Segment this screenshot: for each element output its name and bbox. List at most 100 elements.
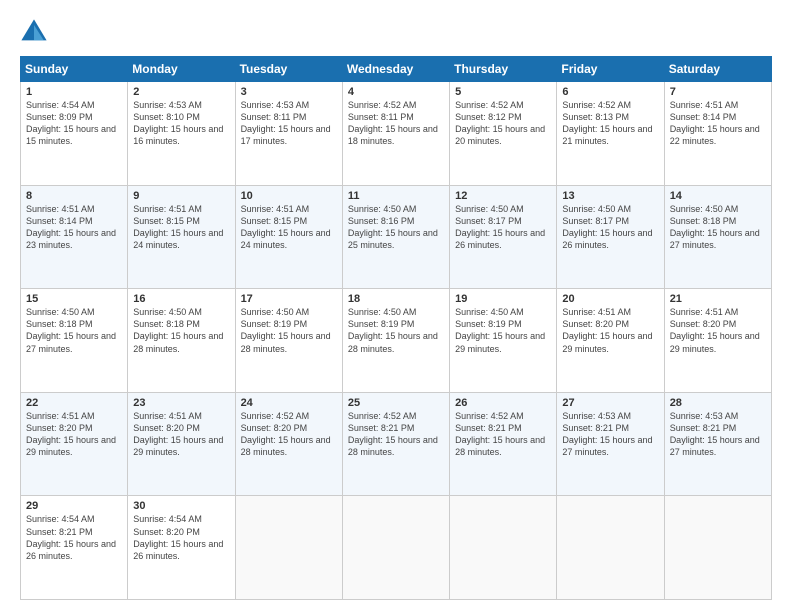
calendar-cell: 22 Sunrise: 4:51 AM Sunset: 8:20 PM Dayl… bbox=[21, 392, 128, 496]
day-number: 2 bbox=[133, 86, 229, 98]
cell-text: Sunrise: 4:51 AM Sunset: 8:15 PM Dayligh… bbox=[133, 203, 229, 252]
cell-text: Sunrise: 4:53 AM Sunset: 8:21 PM Dayligh… bbox=[562, 410, 658, 459]
col-header-friday: Friday bbox=[557, 57, 664, 82]
day-number: 15 bbox=[26, 293, 122, 305]
cell-text: Sunrise: 4:52 AM Sunset: 8:20 PM Dayligh… bbox=[241, 410, 337, 459]
cell-text: Sunrise: 4:51 AM Sunset: 8:15 PM Dayligh… bbox=[241, 203, 337, 252]
cell-text: Sunrise: 4:50 AM Sunset: 8:17 PM Dayligh… bbox=[455, 203, 551, 252]
cell-text: Sunrise: 4:52 AM Sunset: 8:21 PM Dayligh… bbox=[455, 410, 551, 459]
col-header-wednesday: Wednesday bbox=[342, 57, 449, 82]
calendar-cell: 4 Sunrise: 4:52 AM Sunset: 8:11 PM Dayli… bbox=[342, 82, 449, 186]
cell-text: Sunrise: 4:50 AM Sunset: 8:19 PM Dayligh… bbox=[455, 306, 551, 355]
cell-text: Sunrise: 4:51 AM Sunset: 8:20 PM Dayligh… bbox=[26, 410, 122, 459]
calendar-cell: 26 Sunrise: 4:52 AM Sunset: 8:21 PM Dayl… bbox=[450, 392, 557, 496]
day-number: 17 bbox=[241, 293, 337, 305]
calendar-header: SundayMondayTuesdayWednesdayThursdayFrid… bbox=[21, 57, 772, 82]
calendar-cell: 9 Sunrise: 4:51 AM Sunset: 8:15 PM Dayli… bbox=[128, 185, 235, 289]
calendar-cell: 25 Sunrise: 4:52 AM Sunset: 8:21 PM Dayl… bbox=[342, 392, 449, 496]
week-row-2: 8 Sunrise: 4:51 AM Sunset: 8:14 PM Dayli… bbox=[21, 185, 772, 289]
week-row-3: 15 Sunrise: 4:50 AM Sunset: 8:18 PM Dayl… bbox=[21, 289, 772, 393]
calendar-body: 1 Sunrise: 4:54 AM Sunset: 8:09 PM Dayli… bbox=[21, 82, 772, 600]
week-row-5: 29 Sunrise: 4:54 AM Sunset: 8:21 PM Dayl… bbox=[21, 496, 772, 600]
day-number: 10 bbox=[241, 190, 337, 202]
cell-text: Sunrise: 4:50 AM Sunset: 8:18 PM Dayligh… bbox=[133, 306, 229, 355]
calendar-cell: 5 Sunrise: 4:52 AM Sunset: 8:12 PM Dayli… bbox=[450, 82, 557, 186]
day-number: 29 bbox=[26, 500, 122, 512]
col-header-tuesday: Tuesday bbox=[235, 57, 342, 82]
day-number: 24 bbox=[241, 397, 337, 409]
cell-text: Sunrise: 4:51 AM Sunset: 8:14 PM Dayligh… bbox=[26, 203, 122, 252]
calendar-cell: 28 Sunrise: 4:53 AM Sunset: 8:21 PM Dayl… bbox=[664, 392, 771, 496]
calendar-cell: 20 Sunrise: 4:51 AM Sunset: 8:20 PM Dayl… bbox=[557, 289, 664, 393]
cell-text: Sunrise: 4:53 AM Sunset: 8:11 PM Dayligh… bbox=[241, 99, 337, 148]
calendar-cell: 19 Sunrise: 4:50 AM Sunset: 8:19 PM Dayl… bbox=[450, 289, 557, 393]
cell-text: Sunrise: 4:51 AM Sunset: 8:14 PM Dayligh… bbox=[670, 99, 766, 148]
calendar-cell bbox=[235, 496, 342, 600]
week-row-4: 22 Sunrise: 4:51 AM Sunset: 8:20 PM Dayl… bbox=[21, 392, 772, 496]
calendar-cell: 12 Sunrise: 4:50 AM Sunset: 8:17 PM Dayl… bbox=[450, 185, 557, 289]
calendar-cell: 17 Sunrise: 4:50 AM Sunset: 8:19 PM Dayl… bbox=[235, 289, 342, 393]
day-number: 20 bbox=[562, 293, 658, 305]
day-number: 12 bbox=[455, 190, 551, 202]
calendar-cell bbox=[450, 496, 557, 600]
cell-text: Sunrise: 4:51 AM Sunset: 8:20 PM Dayligh… bbox=[670, 306, 766, 355]
calendar-cell: 21 Sunrise: 4:51 AM Sunset: 8:20 PM Dayl… bbox=[664, 289, 771, 393]
calendar-cell: 14 Sunrise: 4:50 AM Sunset: 8:18 PM Dayl… bbox=[664, 185, 771, 289]
cell-text: Sunrise: 4:50 AM Sunset: 8:17 PM Dayligh… bbox=[562, 203, 658, 252]
cell-text: Sunrise: 4:53 AM Sunset: 8:21 PM Dayligh… bbox=[670, 410, 766, 459]
cell-text: Sunrise: 4:50 AM Sunset: 8:16 PM Dayligh… bbox=[348, 203, 444, 252]
col-header-monday: Monday bbox=[128, 57, 235, 82]
header-row: SundayMondayTuesdayWednesdayThursdayFrid… bbox=[21, 57, 772, 82]
cell-text: Sunrise: 4:54 AM Sunset: 8:20 PM Dayligh… bbox=[133, 513, 229, 562]
day-number: 11 bbox=[348, 190, 444, 202]
cell-text: Sunrise: 4:52 AM Sunset: 8:12 PM Dayligh… bbox=[455, 99, 551, 148]
day-number: 8 bbox=[26, 190, 122, 202]
calendar-cell: 18 Sunrise: 4:50 AM Sunset: 8:19 PM Dayl… bbox=[342, 289, 449, 393]
day-number: 6 bbox=[562, 86, 658, 98]
calendar-cell bbox=[664, 496, 771, 600]
day-number: 25 bbox=[348, 397, 444, 409]
calendar-table: SundayMondayTuesdayWednesdayThursdayFrid… bbox=[20, 56, 772, 600]
header bbox=[20, 18, 772, 46]
calendar-cell: 1 Sunrise: 4:54 AM Sunset: 8:09 PM Dayli… bbox=[21, 82, 128, 186]
day-number: 18 bbox=[348, 293, 444, 305]
page: SundayMondayTuesdayWednesdayThursdayFrid… bbox=[0, 0, 792, 612]
col-header-thursday: Thursday bbox=[450, 57, 557, 82]
day-number: 26 bbox=[455, 397, 551, 409]
day-number: 23 bbox=[133, 397, 229, 409]
cell-text: Sunrise: 4:50 AM Sunset: 8:19 PM Dayligh… bbox=[348, 306, 444, 355]
day-number: 5 bbox=[455, 86, 551, 98]
calendar-cell: 29 Sunrise: 4:54 AM Sunset: 8:21 PM Dayl… bbox=[21, 496, 128, 600]
cell-text: Sunrise: 4:50 AM Sunset: 8:19 PM Dayligh… bbox=[241, 306, 337, 355]
cell-text: Sunrise: 4:50 AM Sunset: 8:18 PM Dayligh… bbox=[670, 203, 766, 252]
day-number: 16 bbox=[133, 293, 229, 305]
col-header-saturday: Saturday bbox=[664, 57, 771, 82]
calendar-cell: 23 Sunrise: 4:51 AM Sunset: 8:20 PM Dayl… bbox=[128, 392, 235, 496]
day-number: 30 bbox=[133, 500, 229, 512]
day-number: 7 bbox=[670, 86, 766, 98]
calendar-cell: 11 Sunrise: 4:50 AM Sunset: 8:16 PM Dayl… bbox=[342, 185, 449, 289]
calendar-cell: 8 Sunrise: 4:51 AM Sunset: 8:14 PM Dayli… bbox=[21, 185, 128, 289]
cell-text: Sunrise: 4:53 AM Sunset: 8:10 PM Dayligh… bbox=[133, 99, 229, 148]
calendar-cell: 15 Sunrise: 4:50 AM Sunset: 8:18 PM Dayl… bbox=[21, 289, 128, 393]
calendar-cell: 30 Sunrise: 4:54 AM Sunset: 8:20 PM Dayl… bbox=[128, 496, 235, 600]
day-number: 9 bbox=[133, 190, 229, 202]
day-number: 4 bbox=[348, 86, 444, 98]
calendar-cell: 3 Sunrise: 4:53 AM Sunset: 8:11 PM Dayli… bbox=[235, 82, 342, 186]
cell-text: Sunrise: 4:52 AM Sunset: 8:11 PM Dayligh… bbox=[348, 99, 444, 148]
day-number: 22 bbox=[26, 397, 122, 409]
cell-text: Sunrise: 4:50 AM Sunset: 8:18 PM Dayligh… bbox=[26, 306, 122, 355]
logo-icon bbox=[20, 18, 48, 46]
calendar-cell: 6 Sunrise: 4:52 AM Sunset: 8:13 PM Dayli… bbox=[557, 82, 664, 186]
cell-text: Sunrise: 4:54 AM Sunset: 8:21 PM Dayligh… bbox=[26, 513, 122, 562]
cell-text: Sunrise: 4:51 AM Sunset: 8:20 PM Dayligh… bbox=[562, 306, 658, 355]
calendar-cell: 16 Sunrise: 4:50 AM Sunset: 8:18 PM Dayl… bbox=[128, 289, 235, 393]
day-number: 14 bbox=[670, 190, 766, 202]
calendar-cell: 7 Sunrise: 4:51 AM Sunset: 8:14 PM Dayli… bbox=[664, 82, 771, 186]
calendar-cell: 24 Sunrise: 4:52 AM Sunset: 8:20 PM Dayl… bbox=[235, 392, 342, 496]
calendar-cell: 27 Sunrise: 4:53 AM Sunset: 8:21 PM Dayl… bbox=[557, 392, 664, 496]
calendar-cell: 13 Sunrise: 4:50 AM Sunset: 8:17 PM Dayl… bbox=[557, 185, 664, 289]
day-number: 19 bbox=[455, 293, 551, 305]
calendar-cell: 10 Sunrise: 4:51 AM Sunset: 8:15 PM Dayl… bbox=[235, 185, 342, 289]
cell-text: Sunrise: 4:52 AM Sunset: 8:13 PM Dayligh… bbox=[562, 99, 658, 148]
